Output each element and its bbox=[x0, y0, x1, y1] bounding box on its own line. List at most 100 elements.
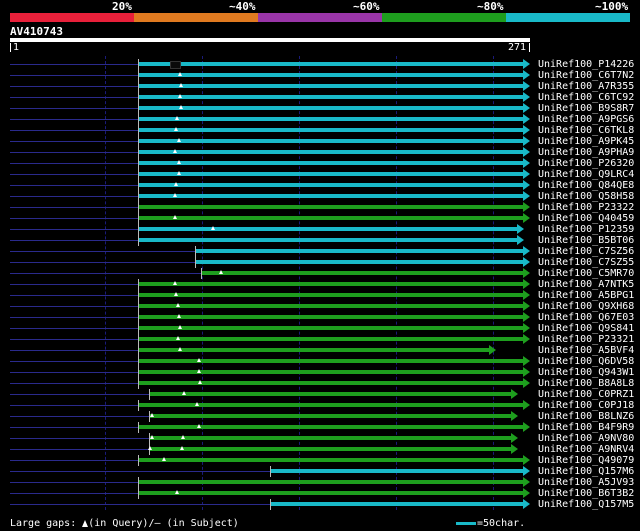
alignment-bar[interactable] bbox=[139, 194, 523, 198]
hit-label-link[interactable]: UniRef100_A9PGS6 bbox=[538, 114, 634, 125]
alignment-bar[interactable] bbox=[139, 458, 523, 462]
alignment-bar[interactable] bbox=[139, 216, 523, 220]
hit-label-link[interactable]: UniRef100_P14226 bbox=[538, 59, 634, 70]
alignment-bar[interactable] bbox=[139, 348, 489, 352]
alignment-bar[interactable] bbox=[139, 282, 523, 286]
unaligned-region bbox=[10, 229, 138, 230]
hit-label-link[interactable]: UniRef100_C0PRZ1 bbox=[538, 389, 634, 400]
hit-label-link[interactable]: UniRef100_B9S8R7 bbox=[538, 103, 634, 114]
hit-label-link[interactable]: UniRef100_Q49079 bbox=[538, 455, 634, 466]
alignment-bar[interactable] bbox=[196, 249, 523, 253]
alignment-bar[interactable] bbox=[139, 106, 523, 110]
hit-label-link[interactable]: UniRef100_Q943W1 bbox=[538, 367, 634, 378]
alignment-bar[interactable] bbox=[139, 337, 523, 341]
hit-label-link[interactable]: UniRef100_A9PHA9 bbox=[538, 147, 634, 158]
hit-label-link[interactable]: UniRef100_B6T3B2 bbox=[538, 488, 634, 499]
hit-label-link[interactable]: UniRef100_P23322 bbox=[538, 202, 634, 213]
hit-label-link[interactable]: UniRef100_C6TC92 bbox=[538, 92, 634, 103]
hit-label-link[interactable]: UniRef100_C6TKL8 bbox=[538, 125, 634, 136]
hit-label-link[interactable]: UniRef100_B5BT06 bbox=[538, 235, 634, 246]
alignment-bar[interactable] bbox=[139, 183, 523, 187]
alignment-bar[interactable] bbox=[139, 293, 523, 297]
unaligned-region bbox=[10, 196, 138, 197]
query-gap-icon bbox=[197, 369, 201, 373]
alignment-bar[interactable] bbox=[271, 502, 523, 506]
alignment-bar[interactable] bbox=[139, 227, 517, 231]
query-gap-icon bbox=[179, 105, 183, 109]
hit-label-link[interactable]: UniRef100_C5MR70 bbox=[538, 268, 634, 279]
alignment-bar[interactable] bbox=[139, 95, 523, 99]
hit-label-link[interactable]: UniRef100_P23321 bbox=[538, 334, 634, 345]
hit-label-link[interactable]: UniRef100_B8LNZ6 bbox=[538, 411, 634, 422]
alignment-bar[interactable] bbox=[139, 326, 523, 330]
alignment-bar[interactable] bbox=[139, 139, 523, 143]
alignment-bar[interactable] bbox=[139, 480, 523, 484]
hit-label-link[interactable]: UniRef100_P26320 bbox=[538, 158, 634, 169]
hit-row: UniRef100_A9NRV4 bbox=[0, 444, 640, 455]
alignment-bar[interactable] bbox=[139, 73, 523, 77]
alignment-bar[interactable] bbox=[150, 436, 511, 440]
alignment-bar[interactable] bbox=[150, 414, 511, 418]
hit-label-link[interactable]: UniRef100_C7SZ56 bbox=[538, 246, 634, 257]
hit-row: UniRef100_B8A8L8 bbox=[0, 378, 640, 389]
hit-row: UniRef100_A5BPG1 bbox=[0, 290, 640, 301]
query-gap-icon bbox=[162, 457, 166, 461]
hit-row: UniRef100_P26320 bbox=[0, 158, 640, 169]
hit-label-link[interactable]: UniRef100_A9NV80 bbox=[538, 433, 634, 444]
alignment-bar[interactable] bbox=[139, 205, 523, 209]
hit-label-link[interactable]: UniRef100_Q6DV58 bbox=[538, 356, 634, 367]
hit-label-link[interactable]: UniRef100_Q67E03 bbox=[538, 312, 634, 323]
hit-label-link[interactable]: UniRef100_B4F9R9 bbox=[538, 422, 634, 433]
hit-label-link[interactable]: UniRef100_A5BVF4 bbox=[538, 345, 634, 356]
alignment-bar[interactable] bbox=[150, 447, 511, 451]
query-gap-icon bbox=[176, 303, 180, 307]
query-gap-icon bbox=[177, 314, 181, 318]
hit-label-link[interactable]: UniRef100_A5BPG1 bbox=[538, 290, 634, 301]
hit-row: UniRef100_C0PJ18 bbox=[0, 400, 640, 411]
scale-segment bbox=[382, 13, 506, 22]
hit-label-link[interactable]: UniRef100_Q9XH68 bbox=[538, 301, 634, 312]
alignment-bar[interactable] bbox=[139, 128, 523, 132]
alignment-bar[interactable] bbox=[139, 491, 523, 495]
alignment-bar[interactable] bbox=[139, 304, 523, 308]
alignment-bar[interactable] bbox=[139, 62, 523, 66]
hit-label-link[interactable]: UniRef100_Q157M5 bbox=[538, 499, 634, 510]
alignment-arrow-icon bbox=[511, 433, 518, 443]
alignment-bar[interactable] bbox=[139, 172, 523, 176]
hit-label-link[interactable]: UniRef100_Q157M6 bbox=[538, 466, 634, 477]
hit-label-link[interactable]: UniRef100_B8A8L8 bbox=[538, 378, 634, 389]
alignment-bar[interactable] bbox=[139, 315, 523, 319]
hit-label-link[interactable]: UniRef100_C0PJ18 bbox=[538, 400, 634, 411]
hit-label-link[interactable]: UniRef100_Q58H58 bbox=[538, 191, 634, 202]
alignment-bar[interactable] bbox=[139, 84, 523, 88]
hit-row: UniRef100_B8LNZ6 bbox=[0, 411, 640, 422]
alignment-bar[interactable] bbox=[139, 381, 523, 385]
hit-label-link[interactable]: UniRef100_Q9S841 bbox=[538, 323, 634, 334]
unaligned-region bbox=[10, 306, 138, 307]
hit-label-link[interactable]: UniRef100_P12359 bbox=[538, 224, 634, 235]
alignment-bar[interactable] bbox=[139, 150, 523, 154]
alignment-arrow-icon bbox=[523, 158, 530, 168]
alignment-bar[interactable] bbox=[271, 469, 523, 473]
hit-label-link[interactable]: UniRef100_A7R355 bbox=[538, 81, 634, 92]
alignment-bar[interactable] bbox=[139, 161, 523, 165]
hit-label-link[interactable]: UniRef100_C6T7N2 bbox=[538, 70, 634, 81]
hit-label-link[interactable]: UniRef100_A9NRV4 bbox=[538, 444, 634, 455]
alignment-bar[interactable] bbox=[202, 271, 523, 275]
alignment-arrow-icon bbox=[523, 103, 530, 113]
alignment-arrow-icon bbox=[523, 422, 530, 432]
hit-label-link[interactable]: UniRef100_Q84QE8 bbox=[538, 180, 634, 191]
alignment-bar[interactable] bbox=[139, 117, 523, 121]
hit-label-link[interactable]: UniRef100_A5JV93 bbox=[538, 477, 634, 488]
hit-label-link[interactable]: UniRef100_Q40459 bbox=[538, 213, 634, 224]
query-gap-icon bbox=[195, 402, 199, 406]
hit-label-link[interactable]: UniRef100_Q9LRC4 bbox=[538, 169, 634, 180]
hit-label-link[interactable]: UniRef100_A9PK45 bbox=[538, 136, 634, 147]
hit-label-link[interactable]: UniRef100_A7NTK5 bbox=[538, 279, 634, 290]
alignment-bar[interactable] bbox=[139, 238, 517, 242]
hit-row: UniRef100_B9S8R7 bbox=[0, 103, 640, 114]
alignment-arrow-icon bbox=[511, 444, 518, 454]
hit-label-link[interactable]: UniRef100_C7SZ55 bbox=[538, 257, 634, 268]
alignment-bar[interactable] bbox=[196, 260, 523, 264]
alignment-bar[interactable] bbox=[150, 392, 511, 396]
